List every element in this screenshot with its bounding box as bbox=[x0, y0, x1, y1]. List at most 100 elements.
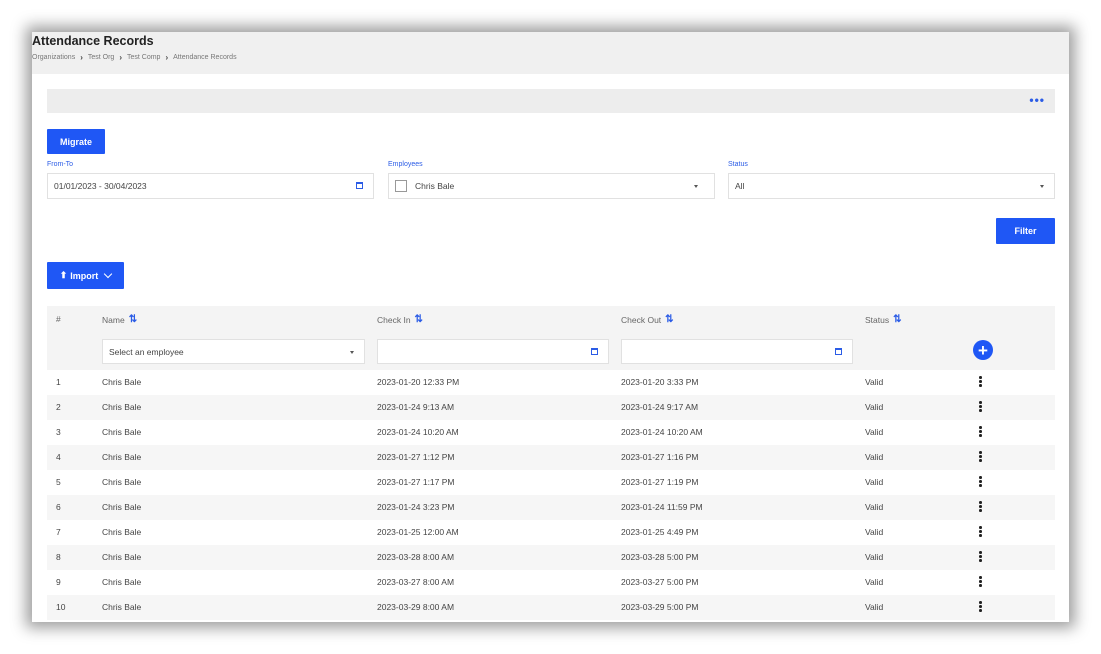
more-vertical-icon[interactable] bbox=[979, 476, 982, 487]
row-status: Valid bbox=[865, 477, 884, 487]
calendar-icon[interactable] bbox=[356, 182, 363, 189]
table-row[interactable]: 9 Chris Bale 2023-03-27 8:00 AM 2023-03-27 … bbox=[47, 570, 1055, 595]
row-check-in: 2023-01-24 9:13 AM bbox=[377, 402, 455, 412]
row-check-out: 2023-03-27 5:00 PM bbox=[621, 577, 699, 587]
kebab-dot bbox=[979, 459, 982, 462]
kebab-dot bbox=[979, 605, 982, 608]
check-in-filter-input[interactable] bbox=[377, 339, 609, 364]
row-name: Chris Bale bbox=[102, 502, 142, 512]
chevron-right-icon: › bbox=[119, 53, 122, 62]
row-status: Valid bbox=[865, 402, 884, 412]
breadcrumb-test-comp[interactable]: Test Comp bbox=[127, 54, 160, 61]
column-name-label: Name bbox=[102, 314, 125, 325]
table-row[interactable]: 10 Chris Bale 2023-03-29 8:00 AM 2023-03-29… bbox=[47, 595, 1055, 620]
table-row[interactable]: 3 Chris Bale 2023-01-24 10:20 AM 2023-01-24… bbox=[47, 420, 1055, 445]
caret-down-icon[interactable] bbox=[694, 185, 698, 188]
employee-checkbox[interactable] bbox=[395, 180, 407, 192]
upload-icon: ⬆ bbox=[59, 270, 68, 280]
date-range-input[interactable]: 01/01/2023 - 30/04/2023 bbox=[47, 173, 374, 199]
column-name[interactable]: Name ⇅ bbox=[102, 314, 137, 325]
row-status: Valid bbox=[865, 577, 884, 587]
calendar-icon[interactable] bbox=[591, 348, 598, 355]
column-check-in-label: Check In bbox=[377, 314, 411, 325]
row-status: Valid bbox=[865, 377, 884, 387]
column-status[interactable]: Status ⇅ bbox=[865, 314, 902, 325]
status-value: All bbox=[735, 181, 745, 191]
row-number: 7 bbox=[56, 527, 61, 537]
page-title: Attendance Records bbox=[32, 34, 154, 48]
row-check-in: 2023-01-24 10:20 AM bbox=[377, 427, 459, 437]
page-header: Attendance Records Organizations › Test … bbox=[32, 32, 1069, 74]
more-vertical-icon[interactable] bbox=[979, 576, 982, 587]
row-check-in: 2023-03-28 8:00 AM bbox=[377, 552, 455, 562]
row-name: Chris Bale bbox=[102, 427, 142, 437]
column-check-in[interactable]: Check In ⇅ bbox=[377, 314, 423, 325]
table-row[interactable]: 6 Chris Bale 2023-01-24 3:23 PM 2023-01-24 … bbox=[47, 495, 1055, 520]
more-vertical-icon[interactable] bbox=[979, 426, 982, 437]
row-check-in: 2023-01-27 1:12 PM bbox=[377, 452, 455, 462]
import-label: Import bbox=[70, 270, 99, 281]
row-number: 3 bbox=[56, 427, 61, 437]
breadcrumb-organizations[interactable]: Organizations bbox=[32, 54, 75, 61]
more-vertical-icon[interactable] bbox=[979, 501, 982, 512]
row-check-in: 2023-03-27 8:00 AM bbox=[377, 577, 455, 587]
kebab-dot bbox=[979, 451, 982, 454]
more-horizontal-icon[interactable]: ••• bbox=[1029, 94, 1045, 106]
table-row[interactable]: 4 Chris Bale 2023-01-27 1:12 PM 2023-01-27 … bbox=[47, 445, 1055, 470]
row-check-out: 2023-01-24 9:17 AM bbox=[621, 402, 699, 412]
filter-button[interactable]: Filter bbox=[996, 218, 1055, 244]
row-check-out: 2023-01-24 10:20 AM bbox=[621, 427, 703, 437]
breadcrumb-test-org[interactable]: Test Org bbox=[88, 54, 114, 61]
date-range-value: 01/01/2023 - 30/04/2023 bbox=[54, 181, 147, 191]
row-number: 10 bbox=[56, 602, 66, 612]
row-status: Valid bbox=[865, 502, 884, 512]
more-vertical-icon[interactable] bbox=[979, 376, 982, 387]
sort-icon[interactable]: ⇅ bbox=[665, 314, 673, 325]
add-record-button[interactable]: + bbox=[973, 340, 993, 360]
more-vertical-icon[interactable] bbox=[979, 451, 982, 462]
table-row[interactable]: 1 Chris Bale 2023-01-20 12:33 PM 2023-01-20… bbox=[47, 370, 1055, 395]
row-check-out: 2023-01-27 1:19 PM bbox=[621, 477, 699, 487]
migrate-button[interactable]: Migrate bbox=[47, 129, 105, 154]
kebab-dot bbox=[979, 551, 982, 554]
kebab-dot bbox=[979, 580, 982, 583]
table-row[interactable]: 7 Chris Bale 2023-01-25 12:00 AM 2023-01-25… bbox=[47, 520, 1055, 545]
employees-select[interactable]: Chris Bale bbox=[388, 173, 715, 199]
check-out-filter-input[interactable] bbox=[621, 339, 853, 364]
table-row[interactable]: 8 Chris Bale 2023-03-28 8:00 AM 2023-03-28 … bbox=[47, 545, 1055, 570]
kebab-dot bbox=[979, 409, 982, 412]
table-row[interactable]: 2 Chris Bale 2023-01-24 9:13 AM 2023-01-24 … bbox=[47, 395, 1055, 420]
row-name: Chris Bale bbox=[102, 577, 142, 587]
row-status: Valid bbox=[865, 452, 884, 462]
row-check-in: 2023-01-24 3:23 PM bbox=[377, 502, 455, 512]
kebab-dot bbox=[979, 401, 982, 404]
status-label: Status bbox=[728, 161, 748, 168]
table-row[interactable]: 5 Chris Bale 2023-01-27 1:17 PM 2023-01-27 … bbox=[47, 470, 1055, 495]
sort-icon[interactable]: ⇅ bbox=[415, 314, 423, 325]
calendar-icon[interactable] bbox=[835, 348, 842, 355]
kebab-dot bbox=[979, 505, 982, 508]
kebab-dot bbox=[979, 534, 982, 537]
kebab-dot bbox=[979, 405, 982, 408]
column-check-out-label: Check Out bbox=[621, 314, 662, 325]
more-vertical-icon[interactable] bbox=[979, 551, 982, 562]
row-status: Valid bbox=[865, 552, 884, 562]
row-number: 9 bbox=[56, 577, 61, 587]
row-number: 4 bbox=[56, 452, 61, 462]
kebab-dot bbox=[979, 430, 982, 433]
kebab-dot bbox=[979, 476, 982, 479]
caret-down-icon[interactable] bbox=[1040, 185, 1044, 188]
breadcrumb-attendance-records: Attendance Records bbox=[173, 54, 237, 61]
employees-label: Employees bbox=[388, 161, 423, 168]
more-vertical-icon[interactable] bbox=[979, 401, 982, 412]
column-check-out[interactable]: Check Out ⇅ bbox=[621, 314, 674, 325]
import-button[interactable]: ⬆ Import bbox=[47, 262, 124, 289]
kebab-dot bbox=[979, 576, 982, 579]
name-filter-select[interactable]: Select an employee bbox=[102, 339, 365, 364]
sort-icon[interactable]: ⇅ bbox=[129, 314, 137, 325]
more-vertical-icon[interactable] bbox=[979, 601, 982, 612]
status-select[interactable]: All bbox=[728, 173, 1055, 199]
more-vertical-icon[interactable] bbox=[979, 526, 982, 537]
caret-down-icon[interactable] bbox=[350, 351, 354, 354]
sort-icon[interactable]: ⇅ bbox=[893, 314, 901, 325]
